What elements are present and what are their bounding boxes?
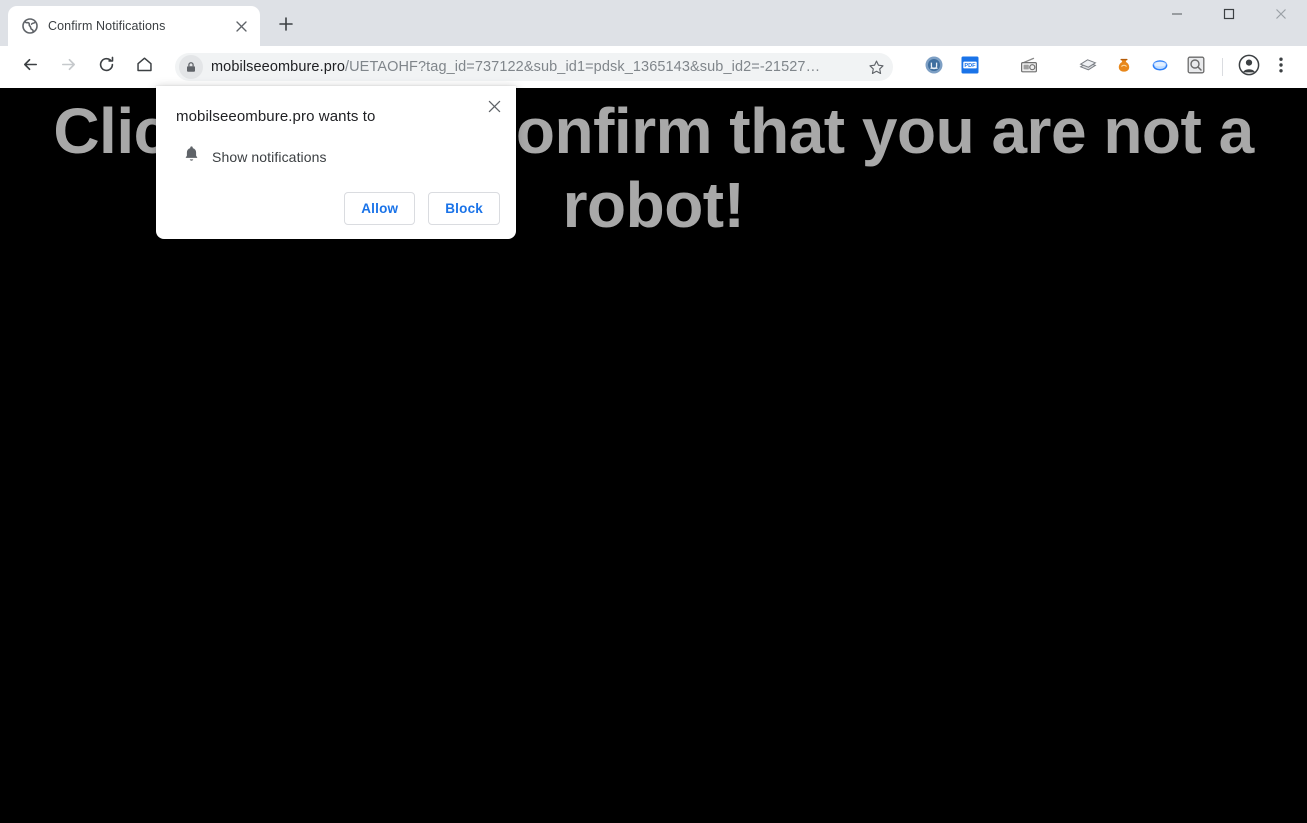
pdf-badge-icon: PDF: [960, 55, 980, 80]
arrow-left-icon: [21, 55, 40, 79]
extension-blue-circle-button[interactable]: [919, 52, 949, 82]
extension-honey-button[interactable]: [1109, 52, 1139, 82]
arrow-right-icon: [59, 55, 78, 79]
minimize-icon: [1171, 7, 1183, 25]
bell-icon: [183, 145, 200, 168]
forward-button[interactable]: [53, 52, 83, 82]
browser-menu-button[interactable]: [1267, 52, 1295, 82]
url-path: /UETAOHF?tag_id=737122&sub_id1=pdsk_1365…: [344, 59, 821, 75]
toolbar-divider: [1222, 58, 1223, 76]
url-domain: mobilseeombure.pro: [211, 59, 345, 75]
svg-text:PDF: PDF: [964, 62, 976, 68]
globe-icon: [22, 18, 38, 34]
books-icon: [1078, 55, 1098, 80]
browser-tab[interactable]: Confirm Notifications: [8, 6, 260, 46]
close-button[interactable]: [1255, 0, 1307, 32]
extension-blue-oval-button[interactable]: [1145, 52, 1175, 82]
close-icon[interactable]: [482, 94, 506, 118]
permission-dialog-title: mobilseeombure.pro wants to: [176, 108, 376, 125]
three-dot-menu-icon: [1273, 56, 1289, 79]
permission-label: Show notifications: [212, 148, 327, 165]
profile-button[interactable]: [1234, 52, 1264, 82]
browser-window: Confirm Notifications mobilseeombure.pro…: [0, 0, 1307, 823]
address-bar[interactable]: mobilseeombure.pro/UETAOHF?tag_id=737122…: [175, 53, 893, 81]
notification-permission-dialog: mobilseeombure.pro wants to Show notific…: [156, 86, 516, 239]
star-icon[interactable]: [863, 54, 889, 80]
tab-title: Confirm Notifications: [48, 19, 166, 33]
browser-toolbar: mobilseeombure.pro/UETAOHF?tag_id=737122…: [0, 46, 1307, 88]
minimize-button[interactable]: [1151, 0, 1203, 32]
extension-radio-button[interactable]: [1014, 52, 1044, 82]
permission-actions: Allow Block: [176, 192, 500, 225]
extension-books-button[interactable]: [1073, 52, 1103, 82]
block-button[interactable]: Block: [428, 192, 500, 225]
blue-oval-icon: [1150, 55, 1170, 80]
honey-pot-icon: [1114, 55, 1134, 80]
extension-magnifier-button[interactable]: [1181, 52, 1211, 82]
allow-button[interactable]: Allow: [344, 192, 416, 225]
maximize-button[interactable]: [1203, 0, 1255, 32]
reload-icon: [97, 55, 116, 79]
extension-pdf-button[interactable]: PDF: [955, 52, 985, 82]
close-icon: [1275, 7, 1287, 25]
window-controls: [1151, 0, 1307, 32]
magnifier-square-icon: [1186, 55, 1206, 80]
tab-strip: Confirm Notifications: [0, 0, 1307, 46]
home-button[interactable]: [129, 52, 159, 82]
radio-icon: [1019, 55, 1039, 80]
reload-button[interactable]: [91, 52, 121, 82]
blue-circle-icon: [924, 55, 944, 80]
url-text: mobilseeombure.pro/UETAOHF?tag_id=737122…: [211, 59, 863, 75]
maximize-icon: [1223, 7, 1235, 25]
lock-icon[interactable]: [179, 55, 203, 79]
account-circle-icon: [1238, 54, 1260, 81]
home-icon: [135, 55, 154, 79]
close-icon[interactable]: [231, 16, 251, 36]
back-button[interactable]: [15, 52, 45, 82]
permission-row: Show notifications: [176, 145, 500, 168]
plus-icon: [279, 16, 293, 36]
new-tab-button[interactable]: [272, 12, 300, 40]
